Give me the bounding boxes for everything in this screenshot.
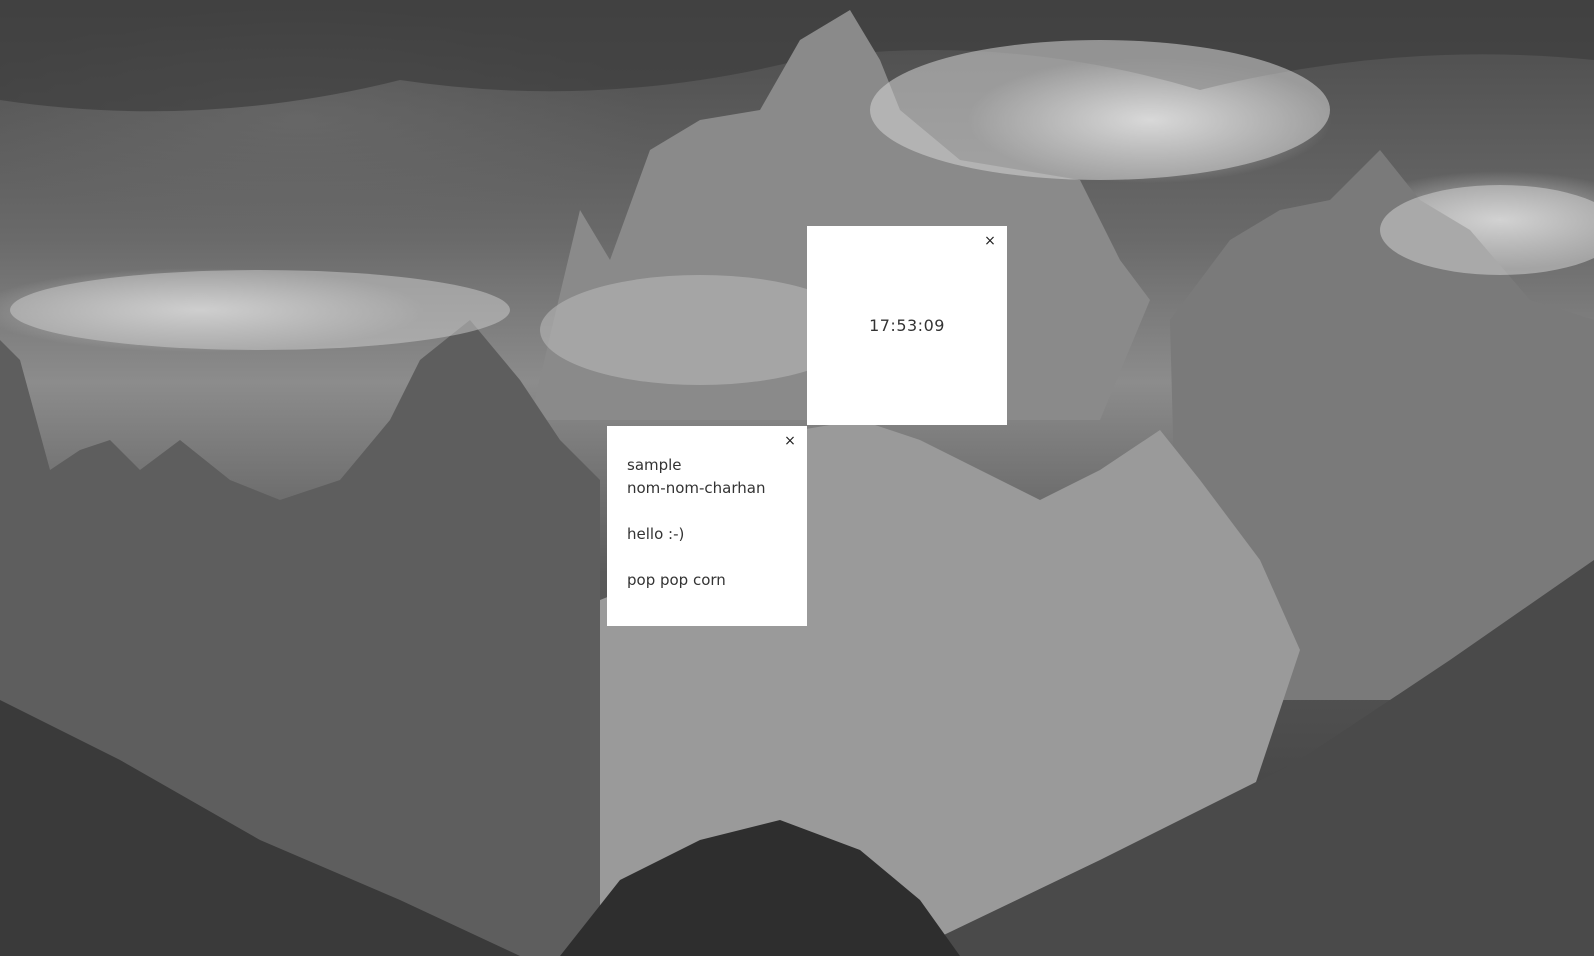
close-icon[interactable]: × <box>783 434 797 448</box>
note-widget[interactable]: × sample nom-nom-charhan hello :-) pop p… <box>607 426 807 626</box>
note-line <box>627 546 787 569</box>
clock-widget: × 17:53:09 <box>807 226 1007 425</box>
note-line <box>627 500 787 523</box>
note-line: pop pop corn <box>627 571 726 589</box>
note-line: hello :-) <box>627 525 685 543</box>
clock-time: 17:53:09 <box>869 316 945 335</box>
note-line: sample <box>627 456 682 474</box>
note-line: nom-nom-charhan <box>627 479 766 497</box>
